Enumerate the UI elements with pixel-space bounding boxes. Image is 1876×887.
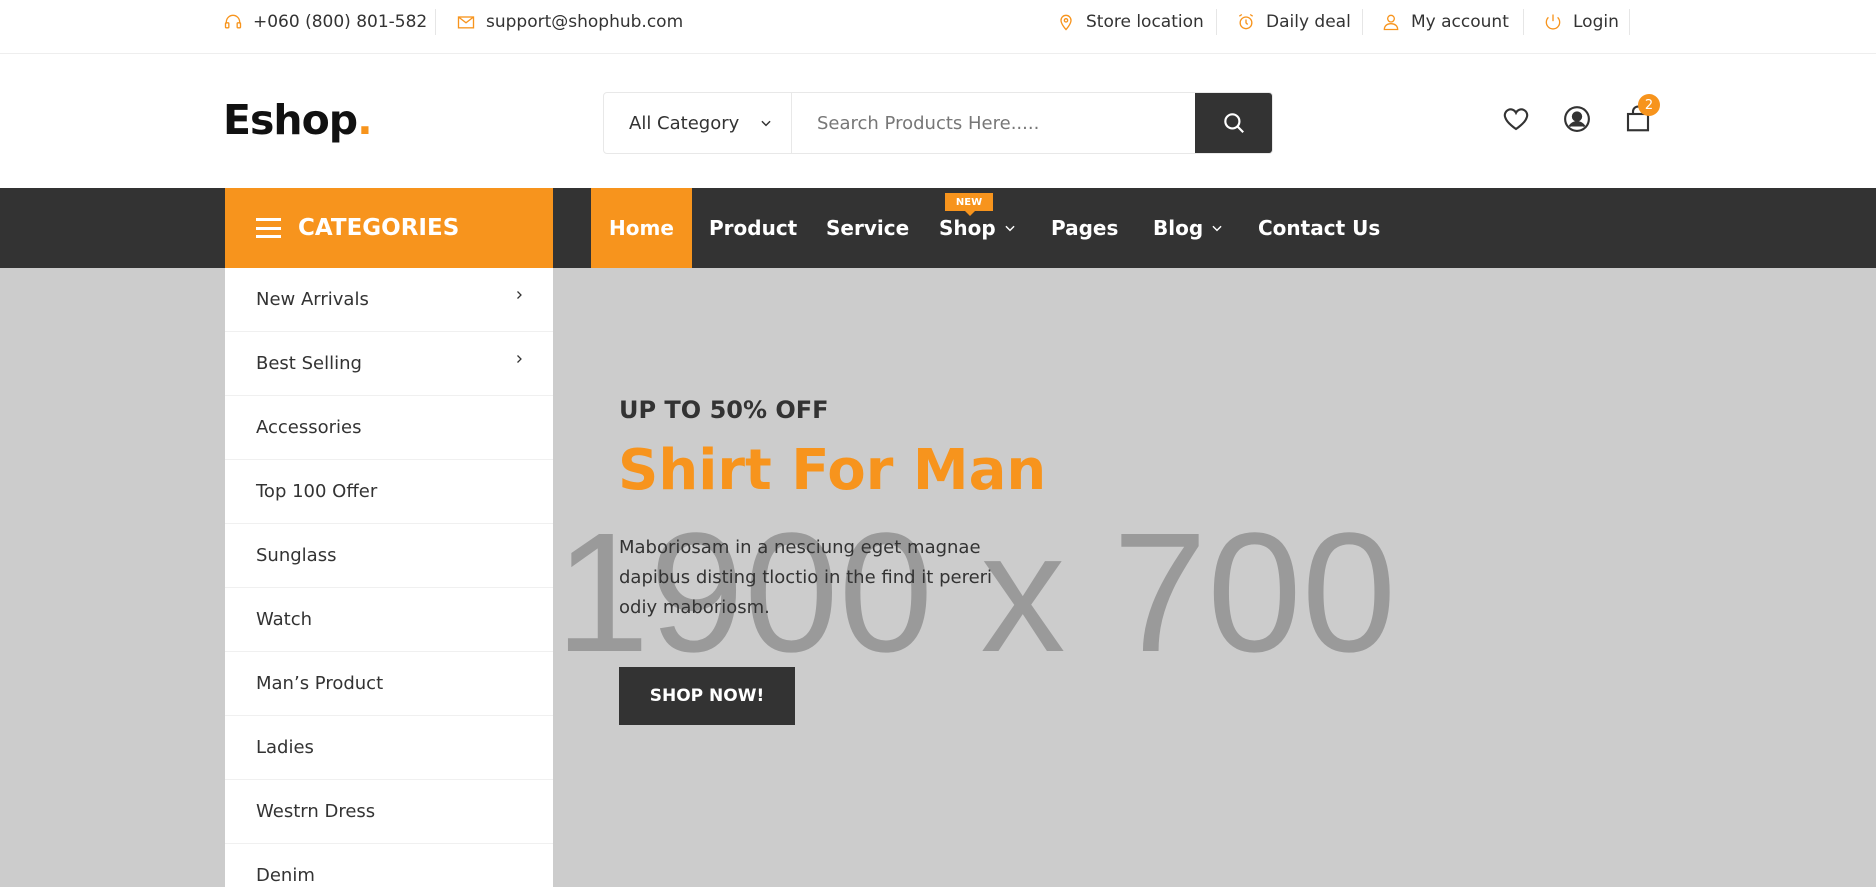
divider <box>1362 9 1363 35</box>
category-select[interactable]: All Category <box>604 93 792 153</box>
nav-pages-label: Pages <box>1051 216 1119 240</box>
category-select-value: All Category <box>629 112 740 134</box>
new-badge: NEW <box>945 193 993 216</box>
category-label: Sunglass <box>256 545 337 566</box>
category-label: Man’s Product <box>256 673 384 694</box>
store-location-label: Store location <box>1086 12 1204 32</box>
my-account-link[interactable]: My account <box>1381 0 1509 44</box>
nav-pages[interactable]: Pages <box>1051 188 1118 268</box>
store-location-link[interactable]: Store location <box>1056 0 1204 44</box>
categories-toggle[interactable]: CATEGORIES <box>225 188 553 268</box>
hero-title: Shirt For Man <box>618 438 1047 503</box>
power-icon <box>1545 14 1561 30</box>
category-label: Top 100 Offer <box>256 481 378 502</box>
search-button[interactable] <box>1195 93 1272 153</box>
email-contact[interactable]: support@shophub.com <box>456 0 683 44</box>
search-bar: All Category <box>603 92 1273 154</box>
cart-count-badge: 2 <box>1638 94 1660 116</box>
category-label: Westrn Dress <box>256 801 376 822</box>
category-item[interactable]: Best Selling <box>225 332 553 396</box>
login-link[interactable]: Login <box>1543 0 1619 44</box>
site-logo[interactable]: Eshop. <box>223 96 373 144</box>
category-label: Accessories <box>256 417 362 438</box>
category-item[interactable]: Top 100 Offer <box>225 460 553 524</box>
hero-description: Maboriosam in a nesciung eget magnae dap… <box>619 537 993 618</box>
divider <box>1216 9 1217 35</box>
nav-contact-us[interactable]: Contact Us <box>1258 188 1380 268</box>
nav-home-label: Home <box>609 216 674 240</box>
logo-text: Eshop <box>223 96 358 144</box>
email-address: support@shophub.com <box>486 12 684 32</box>
shop-now-button[interactable]: SHOP NOW! <box>619 667 795 725</box>
menu-icon <box>256 218 281 238</box>
category-label: Ladies <box>256 737 314 758</box>
nav-product-label: Product <box>709 216 798 240</box>
user-circle-icon[interactable] <box>1562 104 1592 134</box>
nav-service-label: Service <box>826 216 910 240</box>
nav-product[interactable]: Product <box>709 188 797 268</box>
divider <box>1629 9 1630 35</box>
category-label: Denim <box>256 865 315 886</box>
category-label: New Arrivals <box>256 289 369 310</box>
nav-contact-label: Contact Us <box>1258 216 1381 240</box>
category-item[interactable]: Man’s Product <box>225 652 553 716</box>
category-item[interactable]: Denim <box>225 844 553 887</box>
top-bar: +060 (800) 801-582 support@shophub.com S… <box>0 0 1876 54</box>
divider <box>1523 9 1524 35</box>
header: Eshop. All Category 2 <box>0 54 1876 188</box>
user-icon <box>1383 14 1399 31</box>
phone-number: +060 (800) 801-582 <box>253 12 428 32</box>
main-navbar: CATEGORIES Home Product Service Shop Pag… <box>0 188 1876 268</box>
envelope-icon <box>457 16 475 29</box>
alarm-clock-icon <box>1238 13 1254 30</box>
nav-blog[interactable]: Blog <box>1153 188 1224 268</box>
my-account-label: My account <box>1411 12 1509 32</box>
chevron-down-icon <box>1212 225 1222 232</box>
category-label: Best Selling <box>256 353 362 374</box>
nav-home[interactable]: Home <box>591 188 692 268</box>
hero-kicker: UP TO 50% OFF <box>619 396 829 424</box>
chevron-right-icon <box>517 354 522 363</box>
headset-icon <box>224 14 242 29</box>
category-label: Watch <box>256 609 313 630</box>
category-item[interactable]: Sunglass <box>225 524 553 588</box>
heart-icon[interactable] <box>1501 104 1531 134</box>
map-pin-icon <box>1060 14 1072 31</box>
daily-deal-link[interactable]: Daily deal <box>1236 0 1351 44</box>
chevron-down-icon <box>761 120 771 127</box>
chevron-down-icon <box>1005 225 1015 232</box>
nav-service[interactable]: Service <box>826 188 909 268</box>
daily-deal-label: Daily deal <box>1266 12 1351 32</box>
divider <box>435 9 436 35</box>
category-item[interactable]: Ladies <box>225 716 553 780</box>
logo-dot: . <box>357 96 373 144</box>
chevron-right-icon <box>517 290 522 299</box>
category-item[interactable]: Westrn Dress <box>225 780 553 844</box>
nav-shop-label: Shop <box>939 216 996 240</box>
category-item[interactable]: New Arrivals <box>225 268 553 332</box>
nav-blog-label: Blog <box>1153 216 1204 240</box>
phone-contact[interactable]: +060 (800) 801-582 <box>223 0 427 44</box>
login-label: Login <box>1573 12 1619 32</box>
category-list: New Arrivals Best Selling Accessories To… <box>225 268 553 887</box>
category-item[interactable]: Watch <box>225 588 553 652</box>
search-input[interactable] <box>792 93 1195 153</box>
search-icon <box>1223 113 1244 133</box>
category-item[interactable]: Accessories <box>225 396 553 460</box>
categories-label: CATEGORIES <box>298 215 460 241</box>
